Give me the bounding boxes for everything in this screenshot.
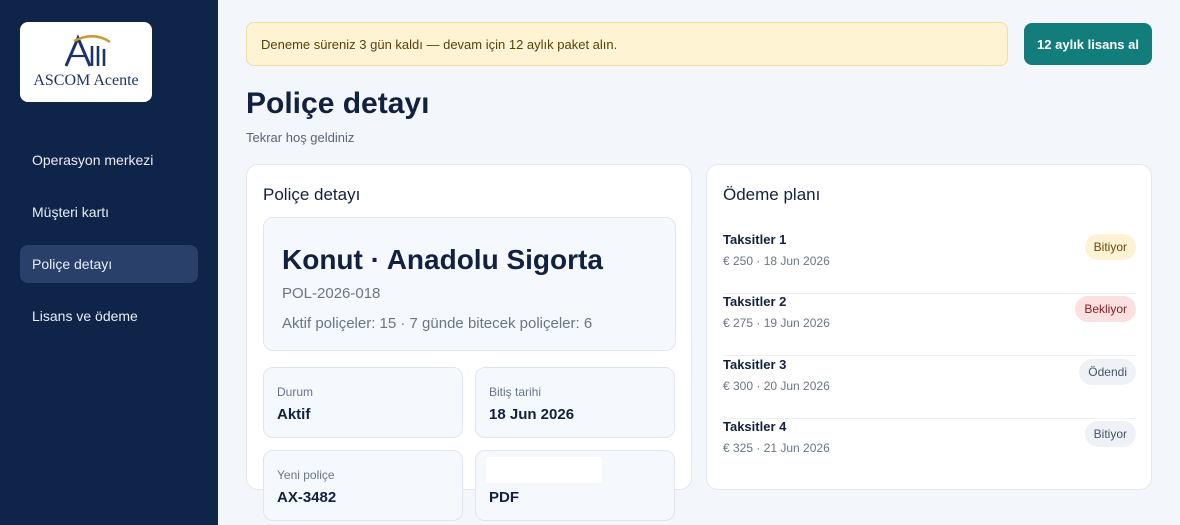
payment-detail: € 250 · 18 Jun 2026 (723, 254, 830, 268)
payment-row[interactable]: Taksitler 2 € 275 · 19 Jun 2026 Bekliyor (723, 294, 1136, 356)
policy-card-title: Poliçe detayı (263, 185, 361, 204)
field-status: Durum Aktif (263, 367, 463, 438)
status-badge: Ödendi (1079, 359, 1136, 385)
sidebar: ASCOM Acente Operasyon merkezi Müşteri k… (0, 0, 218, 525)
payment-plan-title: Ödeme planı (723, 185, 821, 204)
payment-row[interactable]: Taksitler 1 € 250 · 18 Jun 2026 Bitiyor (723, 232, 1136, 294)
policy-detail-card: Poliçe detayı Konut · Anadolu Sigorta PO… (246, 164, 692, 521)
sidebar-item-operasyon-merkezi[interactable]: Operasyon merkezi (20, 141, 198, 179)
policy-summary: Konut · Anadolu Sigorta POL-2026-018 Akt… (263, 217, 676, 351)
status-badge: Bitiyor (1084, 421, 1136, 447)
payment-name: Taksitler 1 (723, 232, 787, 247)
sidebar-nav: Operasyon merkezi Müşteri kartı Poliçe d… (20, 141, 198, 349)
field-label: Yeni poliçe (277, 468, 335, 482)
sidebar-item-police-detayi[interactable]: Poliçe detayı (20, 245, 198, 283)
page-subtitle: Tekrar hoş geldiniz (246, 130, 355, 145)
payment-plan-card: Ödeme planı Taksitler 1 € 250 · 18 Jun 2… (706, 164, 1152, 490)
field-label: Bitiş tarihi (489, 385, 542, 399)
field-end-date: Bitiş tarihi 18 Jun 2026 (475, 367, 675, 438)
policy-title: Konut · Anadolu Sigorta (282, 244, 603, 275)
payment-name: Taksitler 2 (723, 294, 787, 309)
policy-code: POL-2026-018 (282, 285, 381, 302)
field-label-placeholder (486, 457, 602, 483)
field-value: 18 Jun 2026 (489, 406, 575, 423)
payment-name: Taksitler 4 (723, 419, 787, 434)
field-pdf[interactable]: PDF (475, 450, 675, 521)
payment-row[interactable]: Taksitler 3 € 300 · 20 Jun 2026 Ödendi (723, 357, 1136, 419)
brand-name: ASCOM Acente (33, 72, 139, 89)
trial-banner-text: Deneme süreniz 3 gün kaldı — devam için … (261, 36, 618, 52)
ascom-logo-icon (64, 34, 111, 67)
trial-banner: Deneme süreniz 3 gün kaldı — devam için … (246, 22, 1008, 66)
payment-detail: € 275 · 19 Jun 2026 (723, 316, 830, 330)
policy-stats: Aktif poliçeler: 15 · 7 günde bitecek po… (282, 315, 593, 332)
field-value: PDF (489, 489, 519, 506)
buy-license-button[interactable]: 12 aylık lisans al (1024, 23, 1152, 65)
sidebar-item-musteri-karti[interactable]: Müşteri kartı (20, 193, 198, 231)
payment-detail: € 300 · 20 Jun 2026 (723, 379, 830, 393)
page-title: Poliçe detayı (246, 87, 430, 120)
payment-row[interactable]: Taksitler 4 € 325 · 21 Jun 2026 Bitiyor (723, 419, 1136, 481)
status-badge: Bekliyor (1075, 296, 1136, 322)
sidebar-item-lisans-ve-odeme[interactable]: Lisans ve ödeme (20, 297, 198, 335)
payment-detail: € 325 · 21 Jun 2026 (723, 441, 830, 455)
field-value: AX-3482 (277, 489, 337, 506)
field-new-policy: Yeni poliçe AX-3482 (263, 450, 463, 521)
status-badge: Bitiyor (1084, 234, 1136, 260)
field-label: Durum (277, 385, 314, 399)
payment-name: Taksitler 3 (723, 357, 787, 372)
field-value: Aktif (277, 406, 311, 423)
brand-logo[interactable]: ASCOM Acente (20, 22, 152, 102)
